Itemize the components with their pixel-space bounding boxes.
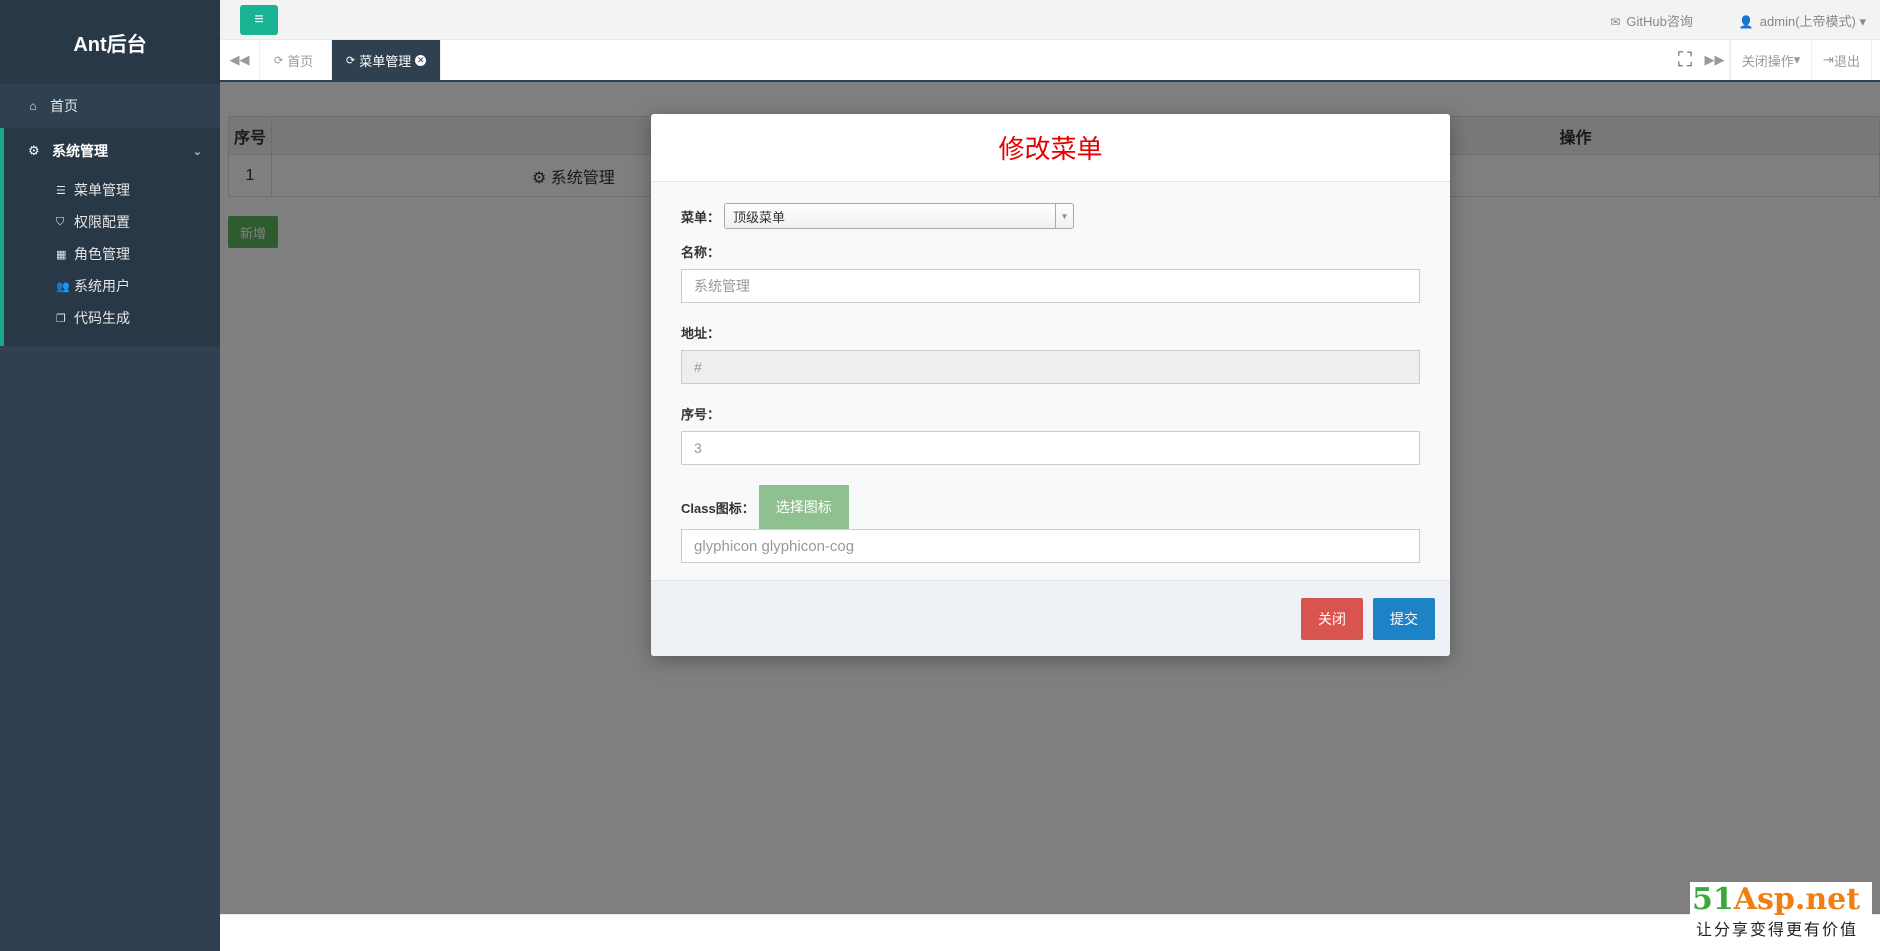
- sidebar-item-users[interactable]: 👥 系统用户: [4, 270, 220, 302]
- list-icon: ☰: [56, 184, 66, 197]
- order-field-group: 序号： 3: [681, 404, 1420, 465]
- fullscreen-button[interactable]: ⛶: [1670, 40, 1700, 80]
- chevron-down-icon: ⌄: [192, 145, 202, 158]
- close-ops-dropdown[interactable]: 关闭操作 ▾: [1730, 40, 1812, 80]
- sidebar-group-toggle[interactable]: ⚙ 系统管理 ⌄: [4, 128, 220, 174]
- icon-field-row: Class图标： 选择图标: [681, 485, 1420, 529]
- logout-button[interactable]: ⇥ 退出: [1812, 40, 1872, 80]
- sidebar-item-menu[interactable]: ☰ 菜单管理: [4, 174, 220, 206]
- name-field-group: 名称： 系统管理: [681, 242, 1420, 303]
- watermark-slogan: 让分享变得更有价值: [1696, 922, 1859, 939]
- modal-title: 修改菜单: [998, 134, 1103, 164]
- caret-down-icon: ▾: [1855, 13, 1866, 29]
- url-input[interactable]: #: [681, 350, 1420, 384]
- watermark: 51Asp.net 让分享变得更有价值: [1690, 882, 1872, 940]
- sidebar-item-label: 菜单管理: [74, 182, 130, 198]
- double-left-icon: ◀◀: [229, 52, 250, 67]
- menu-select-row: 菜单： 顶级菜单 ▼: [681, 202, 1420, 230]
- top-header: ≡ ✉ GitHub咨询 👤 admin(上帝模式) ▾: [220, 0, 1880, 40]
- top-right-links: ✉ GitHub咨询 👤 admin(上帝模式) ▾: [1610, 0, 1866, 40]
- icon-class-input[interactable]: glyphicon glyphicon-cog: [681, 529, 1420, 563]
- user-menu[interactable]: 👤 admin(上帝模式) ▾: [1739, 11, 1866, 30]
- gear-icon: ⚙: [28, 143, 40, 158]
- refresh-icon: ⟳: [274, 54, 284, 67]
- sidebar-item-label: 代码生成: [74, 310, 130, 326]
- modal-header: 修改菜单: [651, 114, 1450, 182]
- sidebar-item-label: 系统用户: [74, 278, 130, 294]
- edit-menu-modal: 修改菜单 菜单： 顶级菜单 ▼ 名称： 系统管理 地址： # 序号： 3 Cla…: [651, 114, 1450, 656]
- double-right-icon: ▶▶: [1704, 52, 1725, 67]
- name-label: 名称：: [681, 245, 721, 260]
- sidebar-item-label: 首页: [50, 98, 78, 114]
- envelope-icon: ✉: [1610, 14, 1621, 29]
- sidebar: Ant后台 ⌂ 首页 ⚙ 系统管理 ⌄ ☰ 菜单管理 ⛉ 权限配置 ▦ 角色管理…: [0, 0, 220, 951]
- sidebar-item-codegen[interactable]: ❐ 代码生成: [4, 302, 220, 334]
- menu-toggle-button[interactable]: ≡: [240, 5, 278, 35]
- tab-home[interactable]: ⟳ 首页: [260, 40, 332, 80]
- menu-label: 菜单：: [681, 209, 721, 225]
- modal-body: 菜单： 顶级菜单 ▼ 名称： 系统管理 地址： # 序号： 3 Class图标：…: [651, 182, 1450, 580]
- close-button[interactable]: 关闭: [1301, 597, 1363, 640]
- github-link[interactable]: ✉ GitHub咨询: [1610, 11, 1693, 30]
- tab-bar: ◀◀ ⟳ 首页 ⟳ 菜单管理 ✕ ⛶ ▶▶ 关闭操作 ▾ ⇥ 退出: [220, 40, 1880, 82]
- icon-label: Class图标：: [681, 500, 755, 516]
- pick-icon-button[interactable]: 选择图标: [758, 485, 849, 529]
- footer: [220, 914, 1880, 951]
- url-field-group: 地址： #: [681, 323, 1420, 384]
- close-icon[interactable]: ✕: [415, 54, 427, 66]
- submit-button[interactable]: 提交: [1373, 597, 1435, 640]
- watermark-logo: 51Asp.net: [1692, 882, 1861, 917]
- refresh-icon: ⟳: [346, 54, 356, 67]
- grid-icon: ▦: [56, 248, 67, 261]
- tab-scroll-left-button[interactable]: ◀◀: [220, 40, 260, 80]
- hamburger-icon: ≡: [254, 11, 264, 28]
- url-label: 地址：: [681, 326, 721, 341]
- parent-menu-select[interactable]: 顶级菜单 ▼: [724, 203, 1075, 229]
- name-input[interactable]: 系统管理: [681, 269, 1420, 303]
- user-icon: 👤: [1738, 14, 1754, 29]
- sidebar-item-home[interactable]: ⌂ 首页: [0, 84, 220, 128]
- sign-out-icon: ⇥: [1823, 52, 1834, 67]
- chevron-down-icon: ▼: [1055, 204, 1073, 228]
- modal-footer: 关闭 提交: [651, 580, 1450, 656]
- order-input[interactable]: 3: [681, 431, 1420, 465]
- expand-icon: ⛶: [1678, 48, 1692, 71]
- caret-down-icon: ▾: [1793, 52, 1801, 67]
- home-icon: ⌂: [29, 99, 37, 113]
- sidebar-group-system: ⚙ 系统管理 ⌄ ☰ 菜单管理 ⛉ 权限配置 ▦ 角色管理 👥 系统用户 ❐ 代…: [0, 128, 220, 346]
- tab-menu-manage[interactable]: ⟳ 菜单管理 ✕: [332, 40, 442, 80]
- users-icon: 👥: [56, 280, 70, 293]
- brand-title: Ant后台: [0, 0, 220, 84]
- sidebar-item-label: 权限配置: [74, 214, 130, 230]
- sidebar-item-role[interactable]: ▦ 角色管理: [4, 238, 220, 270]
- copy-icon: ❐: [56, 312, 66, 325]
- tab-scroll-right-button[interactable]: ▶▶: [1700, 40, 1730, 80]
- shield-icon: ⛉: [56, 215, 65, 228]
- order-label: 序号：: [681, 407, 721, 422]
- sidebar-group-label: 系统管理: [52, 143, 108, 159]
- sidebar-item-permission[interactable]: ⛉ 权限配置: [4, 206, 220, 238]
- sidebar-item-label: 角色管理: [74, 246, 130, 262]
